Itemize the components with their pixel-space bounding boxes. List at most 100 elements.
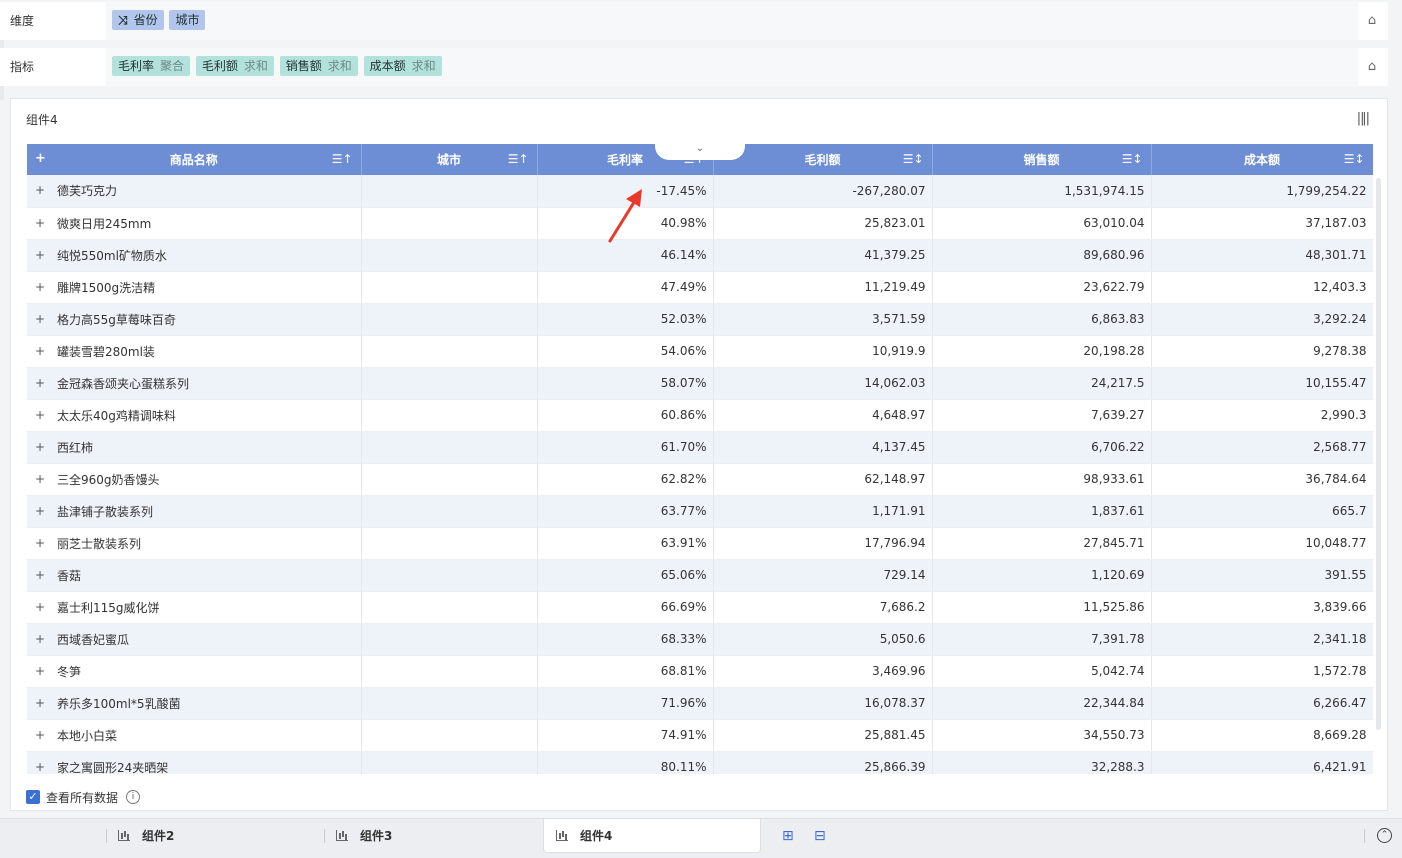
table-row[interactable]: + 太太乐40g鸡精调味料 60.86% 4,648.97 7,639.27 2,990.… <box>27 399 1373 432</box>
cell-gross-margin: 63.77% <box>537 495 714 528</box>
row-expand-icon[interactable]: + <box>35 664 45 678</box>
table-row[interactable]: + 西域香妃蜜瓜 68.33% 5,050.6 7,391.78 2,341.18 <box>27 623 1373 656</box>
table-row[interactable]: + 三全960g奶香馒头 62.82% 62,148.97 98,933.61 36,78… <box>27 463 1373 496</box>
row-expand-icon[interactable]: + <box>35 376 45 390</box>
table-row[interactable]: + 金冠森香颂夹心蛋糕系列 58.07% 14,062.03 24,217.5 10,15… <box>27 367 1373 400</box>
expand-all-icon[interactable]: + <box>35 151 46 166</box>
table-row[interactable]: + 养乐多100ml*5乳酸菌 71.96% 16,078.37 22,344.84 6,… <box>27 687 1373 720</box>
table-row[interactable]: + 家之寓圆形24夹晒架 80.11% 25,866.39 32,288.3 6,421.… <box>27 751 1373 774</box>
cell-gross-margin: 62.82% <box>537 463 714 496</box>
header-cost[interactable]: 成本额 ☰↕ <box>1151 144 1373 175</box>
measure-pill-gross-profit[interactable]: 毛利额 求和 <box>195 56 274 76</box>
cell-sales: 7,639.27 <box>932 399 1152 432</box>
table-row[interactable]: + 丽芝士散装系列 63.91% 17,796.94 27,845.71 10,048.7… <box>27 527 1373 560</box>
row-expand-icon[interactable]: + <box>35 312 45 326</box>
tab-component-2[interactable]: 组件2 <box>106 819 322 853</box>
cell-gross-profit: 7,686.2 <box>713 591 933 624</box>
table-row[interactable]: + 格力高55g草莓味百奇 52.03% 3,571.59 6,863.83 3,292.… <box>27 303 1373 336</box>
table-row[interactable]: + 嘉士利115g威化饼 66.69% 7,686.2 11,525.86 3,839.6… <box>27 591 1373 624</box>
cell-gross-margin: 52.03% <box>537 303 714 336</box>
cell-product-name: + 盐津铺子散装系列 <box>27 495 362 528</box>
info-icon[interactable]: i <box>126 790 141 804</box>
sort-icon[interactable]: ☰↑ <box>508 152 529 166</box>
tab-component-4[interactable]: 组件4 <box>543 819 761 853</box>
cell-sales: 89,680.96 <box>932 239 1152 272</box>
dimension-shelf-body[interactable]: ⤨ 省份 城市 <box>106 2 1358 40</box>
tab-component-3[interactable]: 组件3 <box>324 819 540 853</box>
table-row[interactable]: + 罐装雪碧280ml装 54.06% 10,919.9 20,198.28 9,278.… <box>27 335 1373 368</box>
row-expand-icon[interactable]: + <box>35 344 45 358</box>
cell-gross-profit: 10,919.9 <box>713 335 933 368</box>
row-expand-icon[interactable]: + <box>35 280 45 294</box>
row-expand-icon[interactable]: + <box>35 760 45 774</box>
sort-icon[interactable]: ☰↕ <box>903 152 924 166</box>
dimension-shelf-settings-icon[interactable]: ⌂ <box>1364 13 1380 29</box>
cell-gross-profit: 25,866.39 <box>713 751 933 774</box>
cell-product-name: + 三全960g奶香馒头 <box>27 463 362 496</box>
cell-gross-profit: 14,062.03 <box>713 367 933 400</box>
component-panel: 组件4 |‖| +商品名称☰↑ 城市☰↑ 毛利率☰↑ 毛利额☰↕ 销售额☰↕ 成… <box>10 98 1388 811</box>
table-row[interactable]: + 西红柿 61.70% 4,137.45 6,706.22 2,568.77 <box>27 431 1373 464</box>
cell-city <box>361 303 538 336</box>
row-expand-icon[interactable]: + <box>35 600 45 614</box>
cell-gross-profit: 4,137.45 <box>713 431 933 464</box>
cell-product-name: + 微爽日用245mm <box>27 207 362 240</box>
collapse-up-icon[interactable]: ⌃ <box>1377 828 1392 843</box>
table-row[interactable]: + 纯悦550ml矿物质水 46.14% 41,379.25 89,680.96 48,3… <box>27 239 1373 272</box>
cell-gross-profit: 17,796.94 <box>713 527 933 560</box>
row-expand-icon[interactable]: + <box>35 568 45 582</box>
table-row[interactable]: + 盐津铺子散装系列 63.77% 1,171.91 1,837.61 665.7 <box>27 495 1373 528</box>
cell-product-name: + 格力高55g草莓味百奇 <box>27 303 362 336</box>
row-expand-icon[interactable]: + <box>35 504 45 518</box>
vertical-scrollbar[interactable] <box>1376 178 1381 730</box>
dimension-pill-province[interactable]: ⤨ 省份 <box>112 10 164 30</box>
cell-sales: 1,837.61 <box>932 495 1152 528</box>
measure-pill-cost[interactable]: 成本额 求和 <box>363 56 442 76</box>
table-row[interactable]: + 冬笋 68.81% 3,469.96 5,042.74 1,572.78 <box>27 655 1373 688</box>
cell-city <box>361 367 538 400</box>
sort-icon[interactable]: ☰↑ <box>332 152 353 166</box>
view-all-data-row: ✓ 查看所有数据 i <box>26 788 141 806</box>
cell-product-name: + 丽芝士散装系列 <box>27 527 362 560</box>
table-row[interactable]: + 雕牌1500g洗洁精 47.49% 11,219.49 23,622.79 12,40… <box>27 271 1373 304</box>
collapse-toolbar-tab[interactable]: ⌄ <box>655 142 745 160</box>
sort-icon[interactable]: ☰↕ <box>1344 152 1365 166</box>
cell-product-name: + 养乐多100ml*5乳酸菌 <box>27 687 362 720</box>
add-component-icon[interactable]: ⊞ <box>782 828 794 844</box>
header-product-name[interactable]: + 商品名称 ☰↑ <box>27 144 362 175</box>
row-expand-icon[interactable]: + <box>35 632 45 646</box>
view-all-data-checkbox[interactable]: ✓ <box>26 790 40 804</box>
dimension-pill-city[interactable]: 城市 <box>169 10 206 30</box>
row-expand-icon[interactable]: + <box>35 696 45 710</box>
cell-cost: 2,990.3 <box>1151 399 1373 432</box>
cell-sales: 7,391.78 <box>932 623 1152 656</box>
tab-separator <box>1364 829 1365 843</box>
row-expand-icon[interactable]: + <box>35 536 45 550</box>
data-table-container[interactable]: +商品名称☰↑ 城市☰↑ 毛利率☰↑ 毛利额☰↕ 销售额☰↕ 成本额☰↕ +德芙… <box>27 144 1373 774</box>
cell-gross-profit: 16,078.37 <box>713 687 933 720</box>
barcode-icon[interactable]: |‖| <box>1357 111 1370 126</box>
cell-gross-margin: 63.91% <box>537 527 714 560</box>
row-expand-icon[interactable]: + <box>35 728 45 742</box>
add-dashboard-icon[interactable]: ⊟ <box>814 828 826 844</box>
table-row[interactable]: + 本地小白菜 74.91% 25,881.45 34,550.73 8,669.28 <box>27 719 1373 752</box>
row-expand-icon[interactable]: + <box>35 408 45 422</box>
measure-pill-sales[interactable]: 销售额 求和 <box>279 56 358 76</box>
table-row[interactable]: + 德芙巧克力 -17.45% -267,280.07 1,531,974.15 1,79… <box>27 175 1373 208</box>
cell-gross-profit: 25,881.45 <box>713 719 933 752</box>
table-row[interactable]: + 微爽日用245mm 40.98% 25,823.01 63,010.04 37,187… <box>27 207 1373 240</box>
measure-pill-gross-margin[interactable]: 毛利率 聚合 <box>112 56 191 76</box>
measure-shelf-body[interactable]: 毛利率 聚合 毛利额 求和 销售额 求和 成本额 求和 <box>106 48 1358 86</box>
header-sales[interactable]: 销售额 ☰↕ <box>932 144 1152 175</box>
cell-sales: 98,933.61 <box>932 463 1152 496</box>
row-expand-icon[interactable]: + <box>35 183 45 197</box>
header-city[interactable]: 城市 ☰↑ <box>361 144 538 175</box>
header-gross-profit[interactable]: 毛利额 ☰↕ <box>713 144 933 175</box>
measure-shelf-settings-icon[interactable]: ⌂ <box>1364 59 1380 75</box>
row-expand-icon[interactable]: + <box>35 248 45 262</box>
row-expand-icon[interactable]: + <box>35 216 45 230</box>
table-row[interactable]: + 香菇 65.06% 729.14 1,120.69 391.55 <box>27 559 1373 592</box>
sort-icon[interactable]: ☰↕ <box>1122 152 1143 166</box>
row-expand-icon[interactable]: + <box>35 472 45 486</box>
row-expand-icon[interactable]: + <box>35 440 45 454</box>
